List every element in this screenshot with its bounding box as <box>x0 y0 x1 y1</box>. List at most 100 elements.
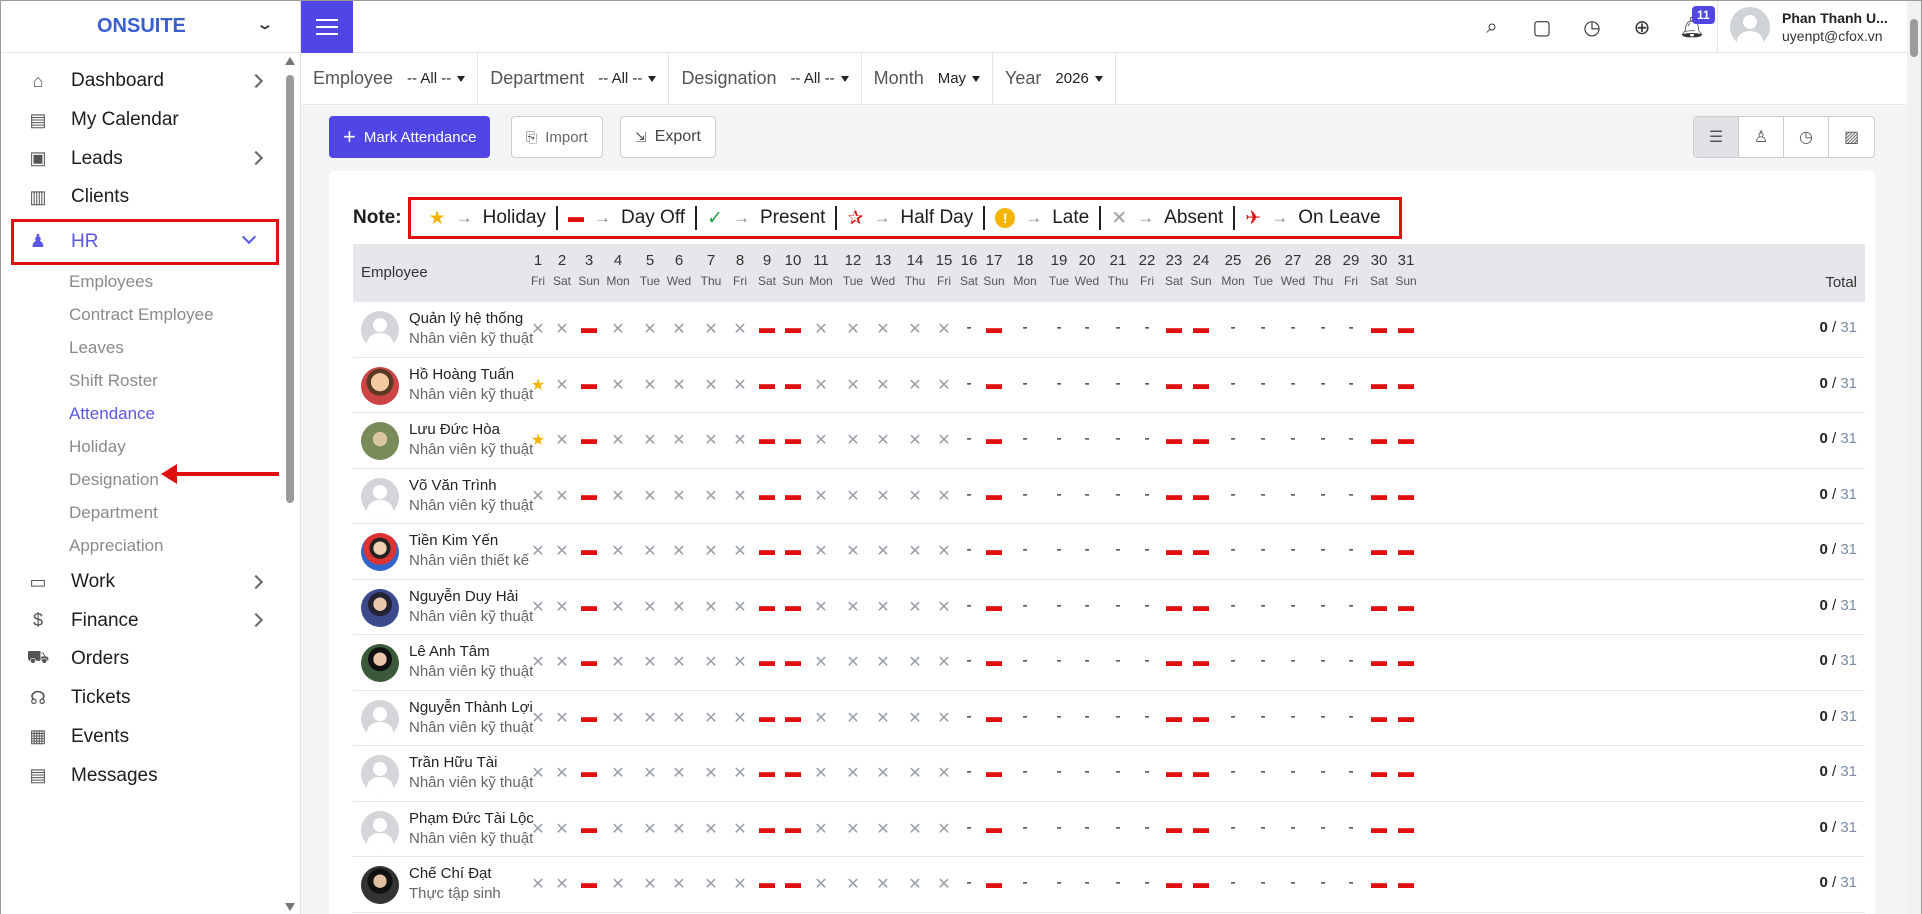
page-scrollbar[interactable] <box>1907 1 1921 914</box>
sidebar-sub-employees[interactable]: Employees <box>1 266 283 299</box>
calendar-off-icon[interactable]: ▬ <box>1184 376 1218 394</box>
x-icon[interactable]: ✕ <box>662 652 696 672</box>
calendar-off-icon[interactable]: ▬ <box>977 487 1011 505</box>
calendar-off-icon[interactable]: ▬ <box>977 653 1011 671</box>
sidebar-sub-contract-employee[interactable]: Contract Employee <box>1 299 283 332</box>
calendar-off-icon[interactable]: ▬ <box>977 431 1011 449</box>
x-icon[interactable]: ✕ <box>866 486 900 506</box>
calendar-off-icon[interactable]: ▬ <box>977 542 1011 560</box>
filter-year-select[interactable]: 2026 <box>1055 70 1102 87</box>
x-icon[interactable]: ✕ <box>601 486 635 506</box>
employee-name[interactable]: Nguyễn Duy Hải <box>409 588 518 605</box>
sidebar-item-my-calendar[interactable]: ▤ My Calendar <box>1 101 283 140</box>
calendar-off-icon[interactable]: ▬ <box>1184 820 1218 838</box>
avatar[interactable] <box>361 311 399 349</box>
x-icon[interactable]: ✕ <box>662 819 696 839</box>
filter-employee-select[interactable]: -- All -- <box>407 70 465 87</box>
x-icon[interactable]: ✕ <box>662 874 696 894</box>
sidebar-item-leads[interactable]: ▣ Leads <box>1 139 283 178</box>
calendar-off-icon[interactable]: ▬ <box>977 598 1011 616</box>
scroll-down-icon[interactable] <box>285 903 295 911</box>
search-icon[interactable]: ⌕ <box>1481 16 1503 38</box>
chevron-down-icon[interactable] <box>241 229 257 244</box>
x-icon[interactable]: ✕ <box>836 430 870 450</box>
total-days[interactable]: 31 <box>1840 874 1857 891</box>
employee-name[interactable]: Trần Hữu Tài <box>409 754 497 771</box>
menu-toggle-button[interactable] <box>301 1 353 53</box>
x-icon[interactable]: ✕ <box>804 652 838 672</box>
x-icon[interactable]: ✕ <box>601 597 635 617</box>
calendar-off-icon[interactable]: ▬ <box>1389 487 1423 505</box>
x-icon[interactable]: ✕ <box>804 874 838 894</box>
avatar[interactable] <box>361 366 399 405</box>
employee-name[interactable]: Chế Chí Đạt <box>409 865 492 882</box>
sidebar-item-hr[interactable]: ♟ HR <box>11 218 279 265</box>
map-view-icon[interactable]: ▨ <box>1829 117 1874 157</box>
calendar-off-icon[interactable]: ▬ <box>1389 598 1423 616</box>
x-icon[interactable]: ✕ <box>804 763 838 783</box>
avatar[interactable] <box>361 644 399 682</box>
x-icon[interactable]: ✕ <box>866 652 900 672</box>
employee-name[interactable]: Lê Anh Tâm <box>409 643 490 660</box>
import-button[interactable]: ⎘ Import <box>511 116 603 158</box>
x-icon[interactable]: ✕ <box>866 597 900 617</box>
filter-designation-select[interactable]: -- All -- <box>791 70 849 87</box>
x-icon[interactable]: ✕ <box>601 430 635 450</box>
x-icon[interactable]: ✕ <box>866 375 900 395</box>
x-icon[interactable]: ✕ <box>866 763 900 783</box>
x-icon[interactable]: ✕ <box>866 319 900 339</box>
calendar-off-icon[interactable]: ▬ <box>1389 431 1423 449</box>
scroll-thumb[interactable] <box>286 75 294 503</box>
employee-name[interactable]: Tiền Kim Yến <box>409 532 498 549</box>
total-days[interactable]: 31 <box>1840 430 1857 447</box>
employee-name[interactable]: Võ Văn Trình <box>409 477 497 494</box>
avatar[interactable] <box>361 810 399 849</box>
sidebar-sub-designation[interactable]: Designation <box>1 464 283 497</box>
employee-name[interactable]: Hồ Hoàng Tuấn <box>409 366 514 383</box>
x-icon[interactable]: ✕ <box>836 319 870 339</box>
calendar-off-icon[interactable]: ▬ <box>1184 598 1218 616</box>
user-view-icon[interactable]: ♙ <box>1739 117 1784 157</box>
sidebar-item-clients[interactable]: ▥ Clients <box>1 178 283 217</box>
x-icon[interactable]: ✕ <box>601 375 635 395</box>
sidebar-item-orders[interactable]: ⛟ Orders <box>1 640 283 679</box>
sidebar-item-work[interactable]: ▭ Work <box>1 563 283 602</box>
brand-logo[interactable]: ONSUITE ⌄ <box>1 1 300 53</box>
x-icon[interactable]: ✕ <box>866 541 900 561</box>
add-circle-icon[interactable]: ⊕ <box>1631 16 1653 39</box>
x-icon[interactable]: ✕ <box>866 819 900 839</box>
scroll-up-icon[interactable] <box>285 57 295 65</box>
x-icon[interactable]: ✕ <box>662 597 696 617</box>
x-icon[interactable]: ✕ <box>804 375 838 395</box>
filter-month-select[interactable]: May <box>938 70 980 87</box>
employee-name[interactable]: Phạm Đức Tài Lộc <box>409 810 534 827</box>
export-button[interactable]: ⇲ Export <box>620 116 716 158</box>
x-icon[interactable]: ✕ <box>836 708 870 728</box>
x-icon[interactable]: ✕ <box>866 708 900 728</box>
calendar-off-icon[interactable]: ▬ <box>977 376 1011 394</box>
avatar[interactable] <box>361 533 399 571</box>
total-days[interactable]: 31 <box>1840 652 1857 669</box>
filter-department-select[interactable]: -- All -- <box>598 70 656 87</box>
x-icon[interactable]: ✕ <box>836 375 870 395</box>
page-scroll-thumb[interactable] <box>1910 19 1918 57</box>
sticky-note-icon[interactable]: ▢ <box>1531 16 1553 39</box>
x-icon[interactable]: ✕ <box>804 708 838 728</box>
employee-name[interactable]: Quản lý hệ thống <box>409 310 523 327</box>
sidebar-sub-attendance[interactable]: Attendance <box>1 398 283 431</box>
chevron-right-icon[interactable] <box>248 613 264 628</box>
avatar[interactable] <box>361 755 399 793</box>
user-menu[interactable]: Phan Thanh U... uyenpt@cfox.vn <box>1717 1 1888 53</box>
x-icon[interactable]: ✕ <box>662 541 696 561</box>
avatar[interactable] <box>361 422 399 460</box>
x-icon[interactable]: ✕ <box>836 652 870 672</box>
sidebar-sub-department[interactable]: Department <box>1 497 283 530</box>
calendar-off-icon[interactable]: ▬ <box>1389 764 1423 782</box>
calendar-off-icon[interactable]: ▬ <box>977 820 1011 838</box>
sidebar-sub-appreciation[interactable]: Appreciation <box>1 530 283 563</box>
sidebar-sub-shift-roster[interactable]: Shift Roster <box>1 365 283 398</box>
calendar-off-icon[interactable]: ▬ <box>1389 542 1423 560</box>
x-icon[interactable]: ✕ <box>662 708 696 728</box>
avatar[interactable] <box>361 477 399 516</box>
x-icon[interactable]: ✕ <box>601 541 635 561</box>
